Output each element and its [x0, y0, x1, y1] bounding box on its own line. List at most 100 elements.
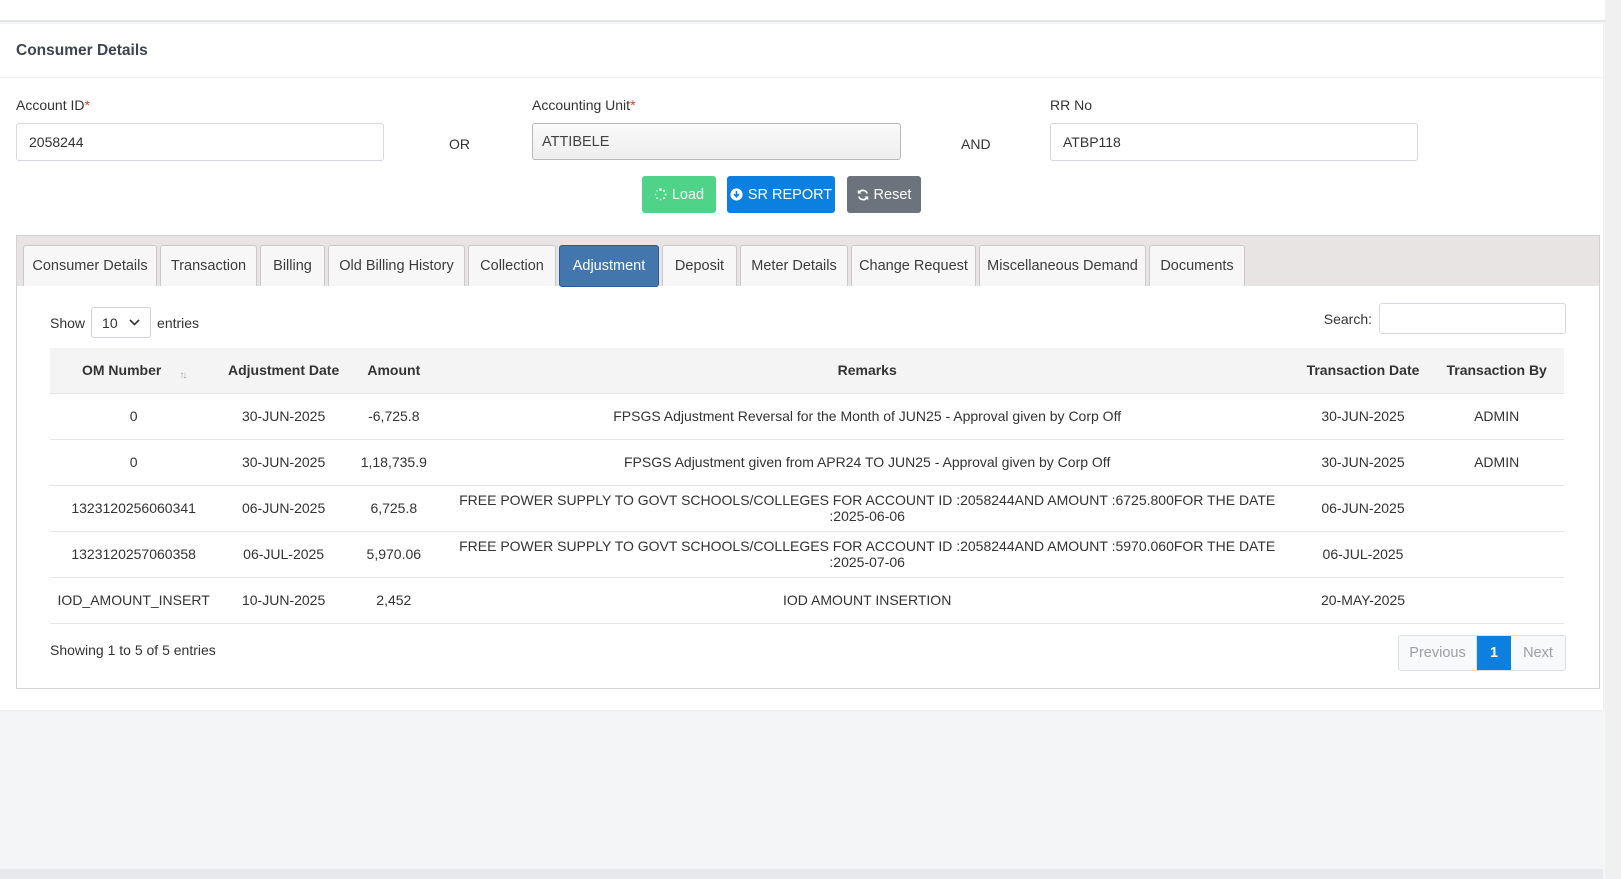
page-length-control: Show 10 entries: [50, 307, 199, 338]
column-header-adjustment-date[interactable]: Adjustment Date: [217, 348, 350, 393]
entries-label: entries: [157, 314, 200, 331]
transaction-date-cell: 30-JUN-2025: [1296, 392, 1430, 439]
column-header-amount[interactable]: Amount: [350, 348, 438, 393]
tab-meter-details[interactable]: Meter Details: [740, 245, 848, 286]
tab-deposit[interactable]: Deposit: [662, 245, 737, 286]
account-id-value: 2058244: [29, 134, 84, 150]
rr-no-value: ATBP118: [1063, 134, 1121, 150]
amount-cell: -6,725.8: [349, 392, 438, 439]
page-length-select[interactable]: 10: [91, 307, 152, 338]
tab-documents[interactable]: Documents: [1149, 245, 1245, 286]
om-number-cell: 0: [50, 438, 218, 485]
amount-cell: 5,970.06: [349, 530, 438, 577]
transaction-by-cell: [1429, 576, 1564, 624]
show-label: Show: [50, 314, 86, 331]
tab-consumer-details[interactable]: Consumer Details: [23, 245, 157, 286]
search-control: Search:: [1324, 303, 1566, 334]
accounting-unit-value: ATTIBELE: [542, 133, 610, 150]
accounting-unit-label-text: Accounting Unit: [532, 97, 631, 113]
accounting-unit-select[interactable]: ATTIBELE: [532, 123, 901, 160]
transaction-date-cell: 06-JUN-2025: [1296, 484, 1430, 531]
tab-change-request[interactable]: Change Request: [851, 245, 976, 286]
reset-button[interactable]: Reset: [847, 176, 921, 213]
table-row: 1323120256060341 06-JUN-2025 6,725.8 FRE…: [50, 484, 1564, 531]
load-button-label: Load: [671, 186, 705, 203]
table-row: IOD_AMOUNT_INSERT 10-JUN-2025 2,452 IOD …: [50, 576, 1564, 624]
next-page-button[interactable]: Next: [1511, 636, 1565, 670]
account-id-input[interactable]: 2058244: [16, 123, 384, 161]
page-1-button[interactable]: 1: [1477, 636, 1511, 670]
remarks-cell: FREE POWER SUPPLY TO GOVT SCHOOLS/COLLEG…: [437, 530, 1297, 577]
pagination: Previous 1 Next: [1398, 635, 1566, 671]
transaction-date-cell: 20-MAY-2025: [1296, 576, 1430, 624]
table-row: 0 30-JUN-2025 1,18,735.9 FPSGS Adjustmen…: [50, 438, 1564, 485]
rr-no-input[interactable]: ATBP118: [1050, 123, 1418, 161]
amount-cell: 1,18,735.9: [349, 438, 438, 485]
chevron-down-icon: [129, 319, 140, 326]
adjustment-date-cell: 30-JUN-2025: [217, 438, 350, 485]
om-number-cell: 1323120257060358: [50, 530, 218, 577]
remarks-cell: FPSGS Adjustment Reversal for the Month …: [437, 392, 1297, 439]
spinner-icon: [654, 188, 667, 201]
adjustment-date-cell: 10-JUN-2025: [217, 576, 350, 624]
table-header-row: OM Number ↑↓ Adjustment Date Amount Remar…: [50, 348, 1564, 393]
transaction-by-cell: [1429, 484, 1564, 531]
tab-billing[interactable]: Billing: [260, 245, 325, 286]
om-number-cell: 0: [50, 392, 218, 439]
amount-cell: 2,452: [349, 576, 438, 624]
page-length-value: 10: [102, 314, 118, 331]
tab-bar: Consumer Details Transaction Billing Old…: [17, 236, 1599, 287]
required-mark: *: [84, 97, 90, 113]
tab-collection[interactable]: Collection: [468, 245, 556, 286]
tab-adjustment[interactable]: Adjustment: [559, 245, 659, 287]
or-label: OR: [449, 136, 470, 152]
column-header-transaction-by[interactable]: Transaction By: [1429, 348, 1564, 393]
previous-page-button[interactable]: Previous: [1399, 636, 1477, 670]
tab-panel: Consumer Details Transaction Billing Old…: [16, 235, 1600, 689]
adjustment-date-cell: 06-JUN-2025: [217, 484, 350, 531]
arrow-circle-down-icon: [730, 188, 743, 201]
amount-cell: 6,725.8: [349, 484, 438, 531]
transaction-by-cell: ADMIN: [1429, 438, 1564, 485]
column-header-om-number[interactable]: OM Number ↑↓: [50, 348, 217, 393]
tab-miscellaneous-demand[interactable]: Miscellaneous Demand: [979, 245, 1146, 286]
remarks-cell: FREE POWER SUPPLY TO GOVT SCHOOLS/COLLEG…: [437, 484, 1297, 531]
adjustment-date-cell: 30-JUN-2025: [217, 392, 350, 439]
tab-transaction[interactable]: Transaction: [160, 245, 257, 286]
sr-report-button[interactable]: SR REPORT: [727, 176, 835, 213]
account-id-label-text: Account ID: [16, 97, 85, 113]
tab-old-billing-history[interactable]: Old Billing History: [328, 245, 465, 286]
sort-icon: ↑↓: [179, 370, 187, 382]
page-title: Consumer Details: [16, 41, 148, 59]
table-row: 0 30-JUN-2025 -6,725.8 FPSGS Adjustment …: [50, 392, 1564, 439]
om-number-cell: 1323120256060341: [50, 484, 218, 531]
column-header-remarks[interactable]: Remarks: [438, 348, 1297, 393]
transaction-date-cell: 30-JUN-2025: [1296, 438, 1430, 485]
top-bar: [0, 0, 1621, 22]
search-input[interactable]: [1379, 303, 1566, 334]
transaction-by-cell: [1429, 530, 1564, 577]
footer-divider: [0, 869, 1603, 879]
reset-button-label: Reset: [873, 186, 912, 203]
transaction-date-cell: 06-JUL-2025: [1296, 530, 1430, 577]
table-row: 1323120257060358 06-JUL-2025 5,970.06 FR…: [50, 530, 1564, 577]
search-label: Search:: [1323, 310, 1372, 327]
column-header-transaction-date[interactable]: Transaction Date: [1297, 348, 1430, 393]
and-label: AND: [961, 136, 991, 152]
om-number-header: OM Number: [81, 362, 162, 379]
card-header: Consumer Details: [0, 24, 1603, 78]
page-scrollbar[interactable]: [1605, 0, 1621, 879]
table-info: Showing 1 to 5 of 5 entries: [50, 642, 216, 658]
rr-no-label: RR No: [1050, 97, 1093, 113]
required-mark: *: [630, 97, 636, 113]
remarks-cell: IOD AMOUNT INSERTION: [437, 576, 1297, 624]
remarks-cell: FPSGS Adjustment given from APR24 TO JUN…: [437, 438, 1297, 485]
load-button[interactable]: Load: [642, 176, 716, 213]
transaction-by-cell: ADMIN: [1429, 392, 1564, 439]
sr-report-button-label: SR REPORT: [747, 186, 833, 203]
refresh-icon: [857, 189, 868, 200]
account-id-label: Account ID*: [16, 97, 90, 113]
adjustment-date-cell: 06-JUL-2025: [217, 530, 350, 577]
accounting-unit-label: Accounting Unit*: [532, 97, 636, 113]
adjustment-table: OM Number ↑↓ Adjustment Date Amount Remar…: [50, 348, 1564, 624]
